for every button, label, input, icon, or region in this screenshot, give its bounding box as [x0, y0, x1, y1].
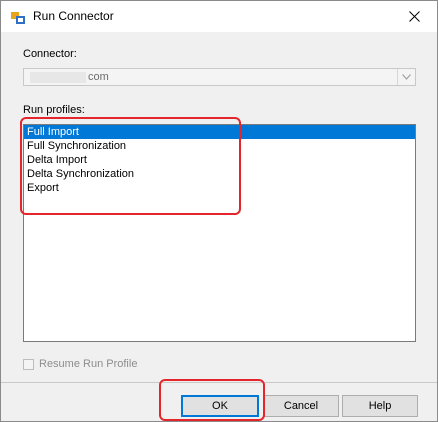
close-button[interactable] [391, 1, 437, 32]
connector-dropdown[interactable]: com [23, 68, 416, 86]
connector-label: Connector: [23, 48, 77, 60]
window-title: Run Connector [33, 9, 114, 23]
run-connector-dialog: Run Connector Connector: com Run profile… [0, 0, 438, 422]
cancel-button[interactable]: Cancel [263, 395, 339, 417]
chevron-down-icon [402, 74, 411, 80]
resume-run-profile-label: Resume Run Profile [39, 358, 138, 370]
resume-run-profile-option[interactable]: Resume Run Profile [23, 358, 137, 370]
close-icon [408, 11, 420, 22]
dropdown-button[interactable] [397, 69, 415, 85]
resume-run-profile-checkbox[interactable] [23, 358, 34, 370]
run-profiles-label: Run profiles: [23, 104, 85, 116]
help-button[interactable]: Help [342, 395, 418, 417]
ok-button-highlight [159, 379, 265, 421]
connector-value: com [88, 71, 109, 83]
run-profiles-highlight [20, 117, 241, 215]
app-icon [11, 12, 25, 24]
title-bar: Run Connector [1, 1, 437, 32]
connector-name-redacted [30, 72, 86, 83]
